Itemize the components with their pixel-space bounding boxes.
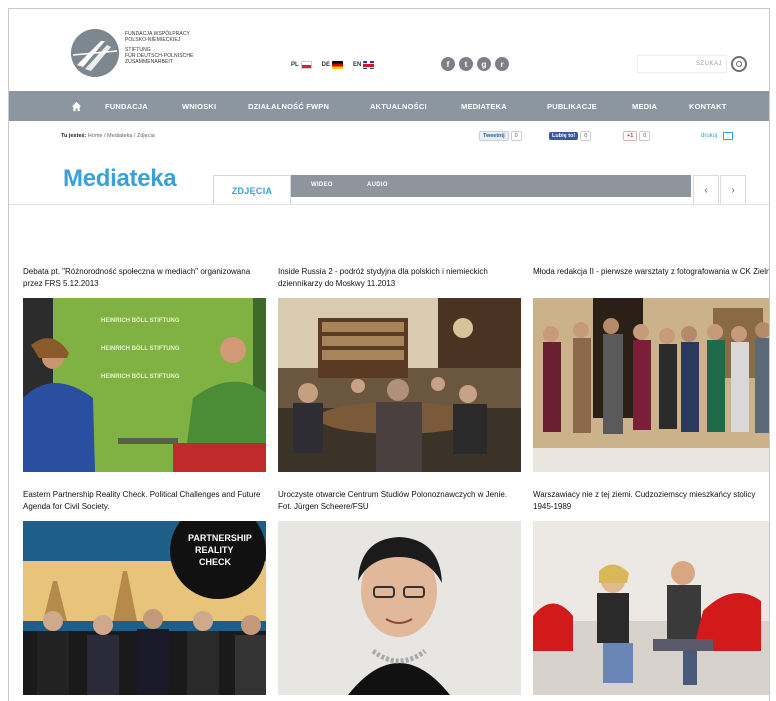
lang-de[interactable]: DE	[321, 61, 344, 69]
breadcrumb-prefix: Tu jesteś:	[61, 133, 87, 139]
gplus-label: +1	[623, 131, 638, 141]
tab-audio[interactable]: AUDIO	[367, 182, 388, 188]
search-placeholder: SZUKAJ	[695, 61, 722, 67]
nav-item-fundacja[interactable]: FUNDACJA	[105, 102, 148, 111]
gplus-count: 0	[639, 131, 651, 141]
nav-item-media[interactable]: MEDIA	[632, 102, 657, 111]
lang-de-label: DE	[321, 62, 331, 68]
gallery-photo[interactable]	[533, 521, 769, 695]
social-links: f t g r	[441, 57, 509, 71]
gallery-caption: Warszawiacy nie z tej ziemi. Cudzoziemsc…	[533, 490, 756, 511]
nav-item-dzialalnosc[interactable]: DZIAŁALNOŚĆ FWPN	[248, 102, 329, 111]
lang-en[interactable]: EN	[353, 61, 375, 69]
tab-bar	[291, 175, 691, 197]
gallery-item[interactable]: Warszawiacy nie z tej ziemi. Cudzoziemsc…	[533, 489, 769, 695]
facebook-icon[interactable]: f	[441, 57, 455, 71]
gallery-caption: Młoda redakcja II - pierwsze warsztaty z…	[533, 267, 770, 276]
lang-pl-label: PL	[291, 62, 299, 68]
fb-like-label: Lubię to!	[549, 132, 579, 140]
nav-item-aktualnosci[interactable]: AKTUALNOŚCI	[370, 102, 427, 111]
logo-line: Zusammenarbeit	[125, 59, 174, 65]
foundation-logo[interactable]	[71, 29, 119, 77]
gallery-item[interactable]: Eastern Partnership Reality Check. Polit…	[23, 489, 266, 695]
lang-pl[interactable]: PL	[291, 61, 312, 69]
gallery-caption: Eastern Partnership Reality Check. Polit…	[23, 490, 261, 511]
gallery-caption: Debata pt. "Różnorodność społeczna w med…	[23, 267, 251, 288]
tab-zdjecia[interactable]: ZDJĘCIA	[213, 175, 291, 205]
uk-flag-icon	[363, 61, 375, 69]
germany-flag-icon	[332, 61, 344, 69]
nav-item-wnioski[interactable]: WNIOSKI	[182, 102, 216, 111]
printer-icon	[723, 132, 734, 140]
lang-en-label: EN	[353, 62, 362, 68]
prev-arrow-icon[interactable]: ‹	[693, 175, 719, 205]
twitter-icon[interactable]: t	[459, 57, 473, 71]
gallery-caption: Uroczyste otwarcie Centrum Studiów Polon…	[278, 490, 507, 511]
google-plus-icon[interactable]: g	[477, 57, 491, 71]
nav-item-mediateka[interactable]: MEDIATEKA	[461, 102, 507, 111]
gallery-photo[interactable]: PARTNERSHIP REALITY CHECK	[23, 521, 266, 695]
divider	[9, 204, 769, 205]
gallery-item[interactable]: Uroczyste otwarcie Centrum Studiów Polon…	[278, 489, 521, 695]
nav-item-kontakt[interactable]: KONTAKT	[689, 102, 727, 111]
google-plus-button[interactable]: +1 0	[623, 131, 651, 141]
banner-text: PARTNERSHIP	[188, 533, 252, 543]
gallery-photo[interactable]: HEINRICH BÖLL STIFTUNG HEINRICH BÖLL STI…	[23, 298, 266, 472]
search-input[interactable]: SZUKAJ	[637, 55, 727, 73]
page-title: Mediateka	[63, 165, 177, 192]
hbs-banner-text: HEINRICH BÖLL STIFTUNG	[101, 317, 180, 324]
print-label: drukuj	[701, 133, 718, 139]
tweet-label: Tweetnij	[479, 131, 509, 141]
facebook-like-button[interactable]: Lubię to! 0	[549, 131, 592, 141]
banner-text: CHECK	[199, 557, 232, 567]
search-icon[interactable]	[731, 56, 747, 72]
hbs-banner-text: HEINRICH BÖLL STIFTUNG	[101, 373, 180, 380]
main-nav: FUNDACJA WNIOSKI DZIAŁALNOŚĆ FWPN AKTUAL…	[9, 91, 769, 121]
gallery-caption: Inside Russia 2 - podróż stydyjna dla po…	[278, 267, 488, 288]
tweet-button[interactable]: Tweetnij 0	[479, 131, 522, 141]
nav-item-publikacje[interactable]: PUBLIKACJE	[547, 102, 597, 111]
banner-text: REALITY	[195, 545, 234, 555]
next-arrow-icon[interactable]: ›	[720, 175, 746, 205]
poland-flag-icon	[300, 61, 312, 69]
gallery-photo[interactable]	[278, 298, 521, 472]
tweet-count: 0	[510, 131, 522, 141]
rss-icon[interactable]: r	[495, 57, 509, 71]
gallery-item[interactable]: Debata pt. "Różnorodność społeczna w med…	[23, 266, 266, 472]
logo-text: Fundacja Współpracy Polsko-Niemieckiej S…	[125, 31, 235, 65]
gallery-item[interactable]: Młoda redakcja II - pierwsze warsztaty z…	[533, 266, 770, 472]
breadcrumb-path[interactable]: Home / Mediateka / Zdjęcia	[88, 133, 155, 139]
language-switcher: PL DE EN	[291, 61, 375, 69]
gallery-item[interactable]: Inside Russia 2 - podróż stydyjna dla po…	[278, 266, 521, 472]
gallery-photo[interactable]	[533, 298, 769, 472]
print-button[interactable]: drukuj	[701, 132, 734, 140]
gallery-photo[interactable]	[278, 521, 521, 695]
fb-like-count: 0	[580, 131, 592, 141]
home-icon[interactable]	[64, 91, 88, 121]
page-frame: Fundacja Współpracy Polsko-Niemieckiej S…	[8, 8, 770, 701]
breadcrumb: Tu jesteś: Home / Mediateka / Zdjęcia	[61, 133, 155, 139]
hbs-banner-text: HEINRICH BÖLL STIFTUNG	[101, 345, 180, 352]
tab-wideo[interactable]: WIDEO	[311, 182, 333, 188]
